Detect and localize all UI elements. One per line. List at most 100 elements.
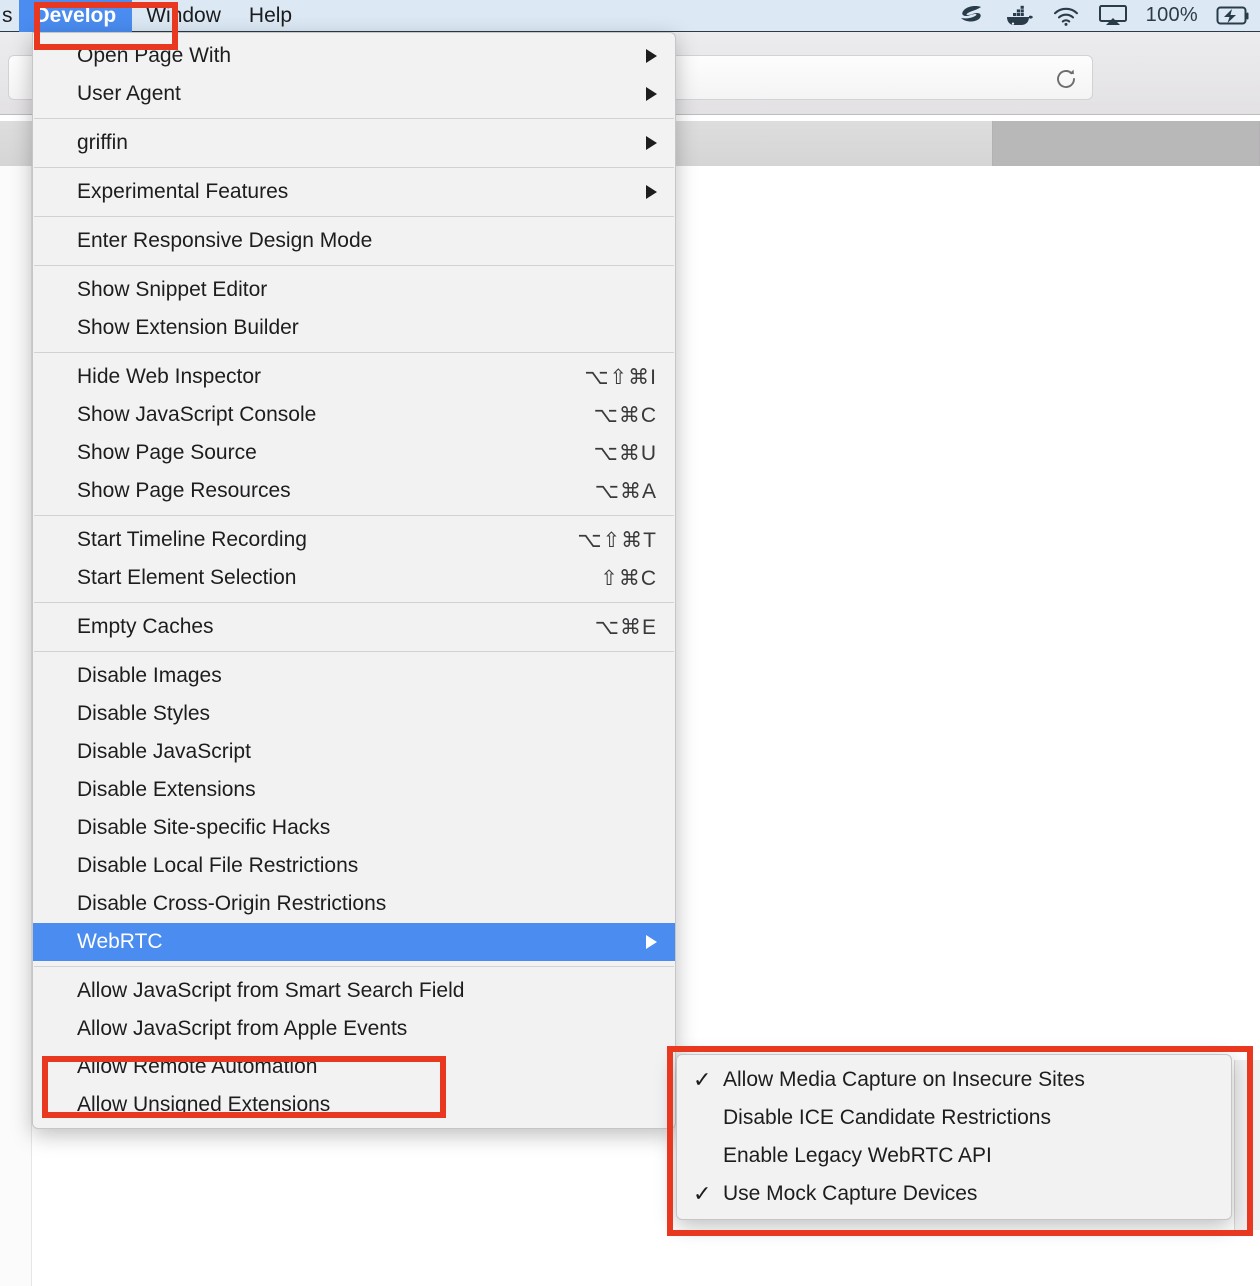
menu-item-webrtc[interactable]: WebRTC <box>33 923 675 961</box>
menu-item-disable-site-specific-hacks[interactable]: Disable Site-specific Hacks <box>33 809 675 847</box>
screen: s Develop Window Help 100% Open Page Wit… <box>0 0 1260 1286</box>
menu-item-shortcut: ⇧⌘C <box>600 566 657 590</box>
menu-item-label: User Agent <box>77 82 181 105</box>
menu-item-start-element-selection[interactable]: Start Element Selection ⇧⌘C <box>33 559 675 597</box>
menu-item-label: Show JavaScript Console <box>77 403 317 426</box>
checkmark-icon: ✓ <box>693 1181 712 1206</box>
menu-item-label: Disable Local File Restrictions <box>77 854 359 877</box>
reload-icon[interactable] <box>1054 67 1078 91</box>
battery-percent-label: 100% <box>1145 4 1198 26</box>
menubar-item-develop[interactable]: Develop <box>18 0 133 32</box>
docker-whale-icon[interactable] <box>1004 4 1034 28</box>
menubar-truncated-item[interactable]: s <box>0 0 19 32</box>
menu-item-label: Allow JavaScript from Apple Events <box>77 1017 408 1040</box>
wifi-icon[interactable] <box>1052 5 1080 27</box>
menu-item-shortcut: ⌥⇧⌘T <box>577 528 657 552</box>
menu-separator <box>34 265 674 266</box>
submenu-item-label: Disable ICE Candidate Restrictions <box>723 1106 1051 1129</box>
menu-item-enter-responsive-design-mode[interactable]: Enter Responsive Design Mode <box>33 222 675 260</box>
menu-item-label: Empty Caches <box>77 615 214 638</box>
menu-item-experimental-features[interactable]: Experimental Features <box>33 173 675 211</box>
menu-item-label: Disable Extensions <box>77 778 256 801</box>
submenu-item-label: Enable Legacy WebRTC API <box>723 1144 992 1167</box>
menubar-item-window[interactable]: Window <box>132 0 235 32</box>
menu-item-allow-remote-automation[interactable]: Allow Remote Automation <box>33 1048 675 1086</box>
menu-item-label: Experimental Features <box>77 180 289 203</box>
menu-separator <box>34 118 674 119</box>
menu-bar: s Develop Window Help 100% <box>0 0 1260 32</box>
menu-item-label: Allow JavaScript from Smart Search Field <box>77 979 465 1002</box>
menu-item-griffin[interactable]: griffin <box>33 124 675 162</box>
menu-item-disable-images[interactable]: Disable Images <box>33 657 675 695</box>
menu-item-disable-styles[interactable]: Disable Styles <box>33 695 675 733</box>
webrtc-submenu[interactable]: ✓ Allow Media Capture on Insecure Sites … <box>676 1054 1232 1220</box>
menu-separator <box>34 651 674 652</box>
menu-item-label: Show Snippet Editor <box>77 278 268 301</box>
menu-separator <box>34 167 674 168</box>
menu-item-label: Disable Site-specific Hacks <box>77 816 331 839</box>
menu-item-open-page-with[interactable]: Open Page With <box>33 37 675 75</box>
menu-item-label: Enter Responsive Design Mode <box>77 229 373 252</box>
menu-item-label: Show Extension Builder <box>77 316 299 339</box>
background-right-widget <box>1234 1060 1260 1230</box>
menu-separator <box>34 515 674 516</box>
menu-item-label: Allow Remote Automation <box>77 1055 318 1078</box>
menu-item-allow-javascript-from-apple-events[interactable]: Allow JavaScript from Apple Events <box>33 1010 675 1048</box>
menu-item-disable-local-file-restrictions[interactable]: Disable Local File Restrictions <box>33 847 675 885</box>
menu-item-disable-javascript[interactable]: Disable JavaScript <box>33 733 675 771</box>
checkmark-icon: ✓ <box>693 1067 712 1092</box>
menu-item-label: Disable Cross-Origin Restrictions <box>77 892 387 915</box>
menu-item-label: Disable Styles <box>77 702 211 725</box>
menu-item-label: Open Page With <box>77 44 232 67</box>
submenu-item-use-mock-capture-devices[interactable]: ✓ Use Mock Capture Devices <box>677 1175 1231 1213</box>
battery-charging-icon[interactable] <box>1216 5 1250 27</box>
submenu-arrow-icon <box>646 935 657 949</box>
menu-separator <box>34 352 674 353</box>
menu-item-show-snippet-editor[interactable]: Show Snippet Editor <box>33 271 675 309</box>
menu-item-label: Show Page Resources <box>77 479 291 502</box>
menu-item-disable-extensions[interactable]: Disable Extensions <box>33 771 675 809</box>
menu-item-hide-web-inspector[interactable]: Hide Web Inspector ⌥⇧⌘I <box>33 358 675 396</box>
menu-item-label: Disable JavaScript <box>77 740 251 763</box>
menu-item-label: Start Element Selection <box>77 566 297 589</box>
menu-bar-status-items: 100% <box>956 4 1260 28</box>
menu-separator <box>34 602 674 603</box>
menu-item-shortcut: ⌥⇧⌘I <box>584 365 657 389</box>
menu-item-start-timeline-recording[interactable]: Start Timeline Recording ⌥⇧⌘T <box>33 521 675 559</box>
menu-item-show-page-source[interactable]: Show Page Source ⌥⌘U <box>33 434 675 472</box>
menu-item-show-page-resources[interactable]: Show Page Resources ⌥⌘A <box>33 472 675 510</box>
menu-item-label: griffin <box>77 131 128 154</box>
submenu-item-enable-legacy-webrtc-api[interactable]: Enable Legacy WebRTC API <box>677 1137 1231 1175</box>
menu-separator <box>34 966 674 967</box>
menu-item-allow-unsigned-extensions[interactable]: Allow Unsigned Extensions <box>33 1086 675 1124</box>
menu-item-shortcut: ⌥⌘E <box>594 615 657 639</box>
submenu-item-label: Use Mock Capture Devices <box>723 1182 978 1205</box>
submenu-item-disable-ice-candidate-restrictions[interactable]: Disable ICE Candidate Restrictions <box>677 1099 1231 1137</box>
menu-item-show-extension-builder[interactable]: Show Extension Builder <box>33 309 675 347</box>
submenu-arrow-icon <box>646 136 657 150</box>
menu-item-empty-caches[interactable]: Empty Caches ⌥⌘E <box>33 608 675 646</box>
menu-item-allow-javascript-from-smart-search-field[interactable]: Allow JavaScript from Smart Search Field <box>33 972 675 1010</box>
submenu-arrow-icon <box>646 185 657 199</box>
menu-item-label: Disable Images <box>77 664 222 687</box>
submenu-item-allow-media-capture-on-insecure-sites[interactable]: ✓ Allow Media Capture on Insecure Sites <box>677 1061 1231 1099</box>
develop-menu[interactable]: Open Page With User Agent griffin Experi… <box>32 32 676 1129</box>
menu-item-shortcut: ⌥⌘U <box>593 441 657 465</box>
background-left-strip <box>0 166 32 1286</box>
airplay-icon[interactable] <box>1098 4 1128 27</box>
submenu-arrow-icon <box>646 87 657 101</box>
menu-item-disable-cross-origin-restrictions[interactable]: Disable Cross-Origin Restrictions <box>33 885 675 923</box>
menu-item-label: WebRTC <box>77 930 163 953</box>
menu-separator <box>34 216 674 217</box>
menu-item-user-agent[interactable]: User Agent <box>33 75 675 113</box>
sequel-pro-icon[interactable] <box>956 4 986 28</box>
menu-item-show-javascript-console[interactable]: Show JavaScript Console ⌥⌘C <box>33 396 675 434</box>
menu-item-label: Start Timeline Recording <box>77 528 307 551</box>
menu-bar-items: s Develop Window Help <box>0 0 306 32</box>
menu-item-label: Show Page Source <box>77 441 257 464</box>
menubar-item-help[interactable]: Help <box>235 0 306 32</box>
menu-item-label: Hide Web Inspector <box>77 365 262 388</box>
submenu-item-label: Allow Media Capture on Insecure Sites <box>723 1068 1085 1091</box>
browser-tab-2[interactable] <box>993 121 1260 166</box>
menu-item-shortcut: ⌥⌘A <box>594 479 657 503</box>
